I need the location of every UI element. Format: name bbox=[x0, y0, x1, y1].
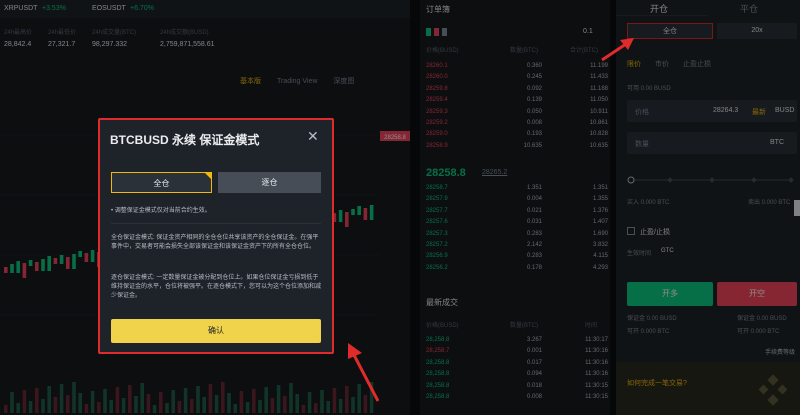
divider bbox=[111, 223, 321, 224]
annotation-arrow-icon bbox=[601, 38, 634, 62]
close-icon[interactable]: ✕ bbox=[307, 128, 319, 145]
cross-description: 全仓保证金模式: 保证金资产相同的全仓仓位共享该资产的全仓保证金。在强平事件中，… bbox=[111, 235, 319, 250]
annotation-arrow-icon bbox=[348, 343, 380, 402]
selected-corner-icon bbox=[204, 172, 212, 180]
isolated-margin-option[interactable]: 逐仓 bbox=[218, 172, 321, 193]
dialog-title: BTCBUSD 永续 保证金模式 bbox=[110, 133, 260, 147]
cross-margin-option[interactable]: 全仓 bbox=[111, 172, 212, 193]
confirm-button[interactable]: 确认 bbox=[111, 319, 321, 343]
adjust-note: • 调整保证金模式仅对当前合约生效。 bbox=[111, 208, 211, 214]
isolated-description: 逐仓保证金模式: 一定数量保证金被分配到仓位上。如果仓位保证金亏损到低于维持保证… bbox=[111, 275, 322, 299]
